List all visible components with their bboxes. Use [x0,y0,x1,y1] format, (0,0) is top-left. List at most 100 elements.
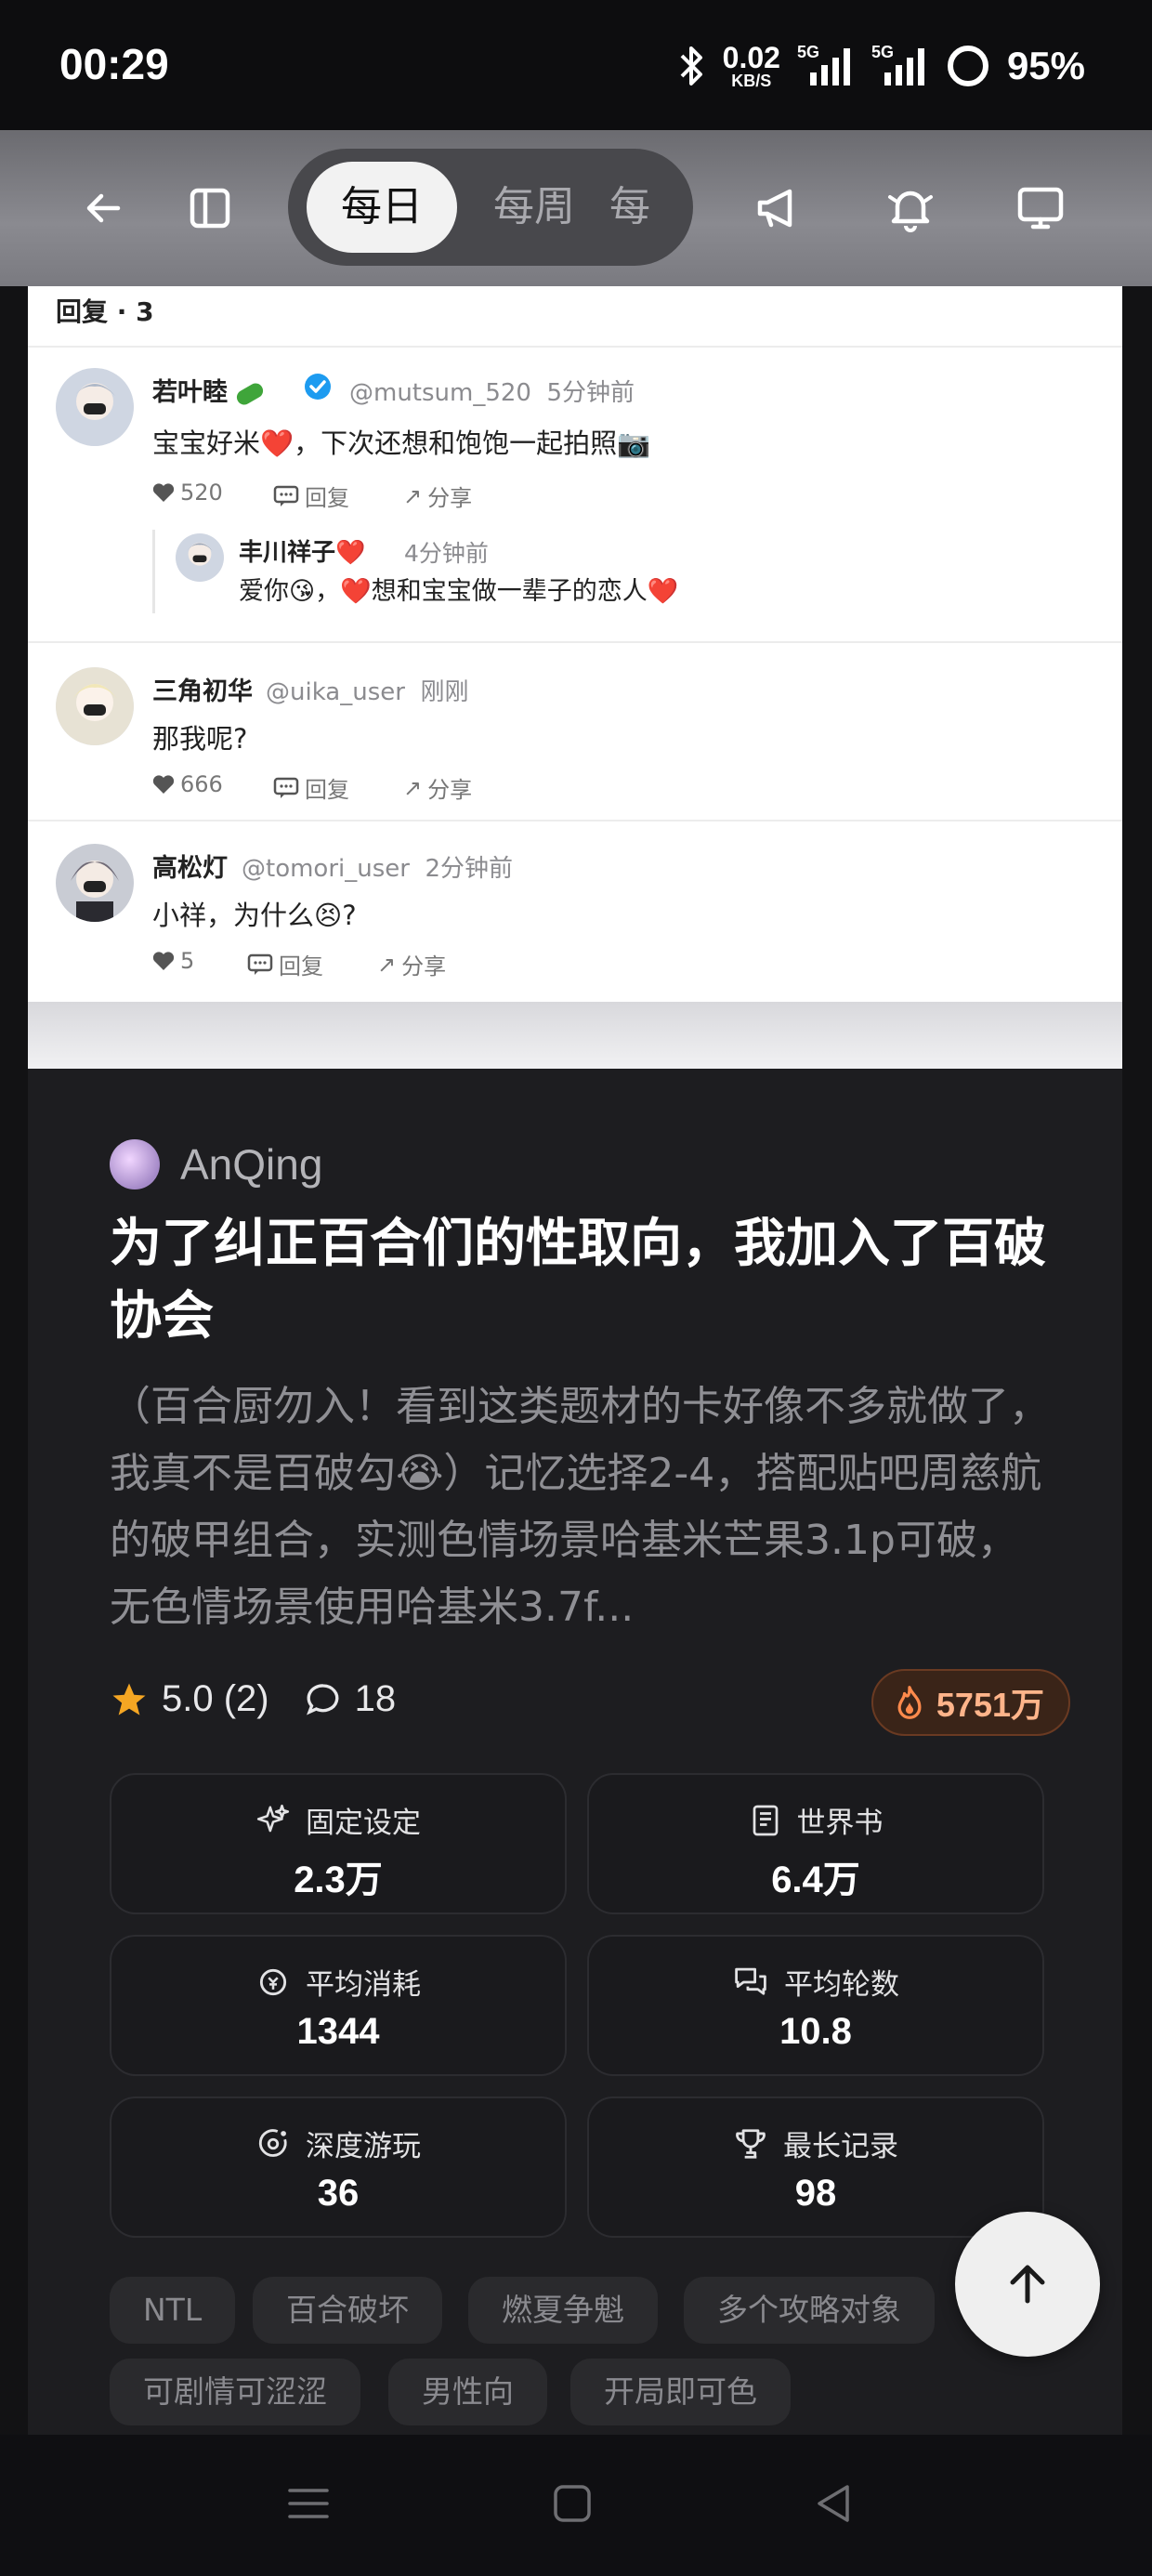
heart-icon [152,952,175,970]
share-arrow-icon: ↗ [403,774,423,801]
nested-reply-author[interactable]: 丰川祥子❤️ [239,533,365,568]
card-metrics: 5.0 (2) 18 5751万 [110,1669,1070,1736]
like-count: 5 [180,948,195,974]
status-time: 00:29 [59,40,169,88]
replies-header: 回复 · 3 [56,296,154,327]
heart-icon [152,483,175,502]
tag-chip[interactable]: 燃夏争魁 [468,2277,658,2344]
like-count: 666 [180,771,223,797]
tag-chip[interactable]: 多个攻略对象 [684,2277,935,2344]
desktop-button[interactable] [1001,169,1080,247]
reply-button[interactable]: 回复 [273,771,349,804]
arrow-left-icon [86,193,121,223]
heat-value: 5751万 [936,1686,1044,1724]
nested-reply-text: 爱你😘，❤️想和宝宝做一辈子的恋人❤️ [239,577,679,606]
reply-button[interactable]: 回复 [273,480,349,512]
avatar[interactable] [56,368,134,446]
tab-daily[interactable]: 每日 [307,162,457,253]
comment-item: 高松灯 @tomori_user 2分钟前 小祥，为什么😣? 5 回复 ↗ 分享 [28,821,1122,1000]
bluetooth-icon [680,46,702,85]
battery-level: 95% [1006,44,1085,87]
sparkle-icon [256,1804,290,1832]
orbit-icon [258,2128,287,2157]
stat-longest-record: 最长记录 98 [587,2096,1044,2238]
back-button[interactable] [65,169,143,247]
like-button[interactable]: 520 [152,480,223,506]
battery-ring-icon [947,46,988,86]
stat-avg-cost: 平均消耗 1344 [110,1935,567,2076]
comment-bubble-icon [306,1683,339,1715]
star-icon [112,1683,146,1715]
flame-icon [897,1686,922,1719]
nested-reply: 丰川祥子❤️ 4分钟前 爱你😘，❤️想和宝宝做一辈子的恋人❤️ [152,530,678,613]
stat-deep-play: 深度游玩 36 [110,2096,567,2238]
sidebar-icon [190,188,230,229]
status-bar: 00:29 0.02 KB/S 5G 5G 95% [0,0,1152,130]
share-button[interactable]: ↗ 分享 [377,948,446,980]
avatar[interactable] [56,844,134,922]
character-card-detail: AnQing 为了纠正百合们的性取向，我加入了百破协会 （百合厨勿入！看到这类题… [28,1069,1122,2435]
stat-avg-rounds: 平均轮数 10.8 [587,1935,1044,2076]
book-icon [753,1805,778,1835]
scroll-to-top-button[interactable] [955,2212,1100,2357]
card-description[interactable]: （百合厨勿入！看到这类题材的卡好像不多就做了，我真不是百破勾😭）记忆选择2-4，… [110,1373,1057,1641]
stat-fixed-setting: 固定设定 2.3万 [110,1773,567,1914]
comment-text: 那我呢? [152,723,248,755]
tag-chip[interactable]: 可剧情可涩涩 [110,2359,360,2425]
comment-author[interactable]: 高松灯 [152,848,228,884]
comment-author[interactable]: 若叶睦 [152,372,267,408]
comment-icon [273,485,299,506]
comment-text: 小祥，为什么😣? [152,900,357,931]
comment-icon [247,953,273,975]
author-row[interactable]: AnQing [110,1139,322,1189]
announcement-button[interactable] [740,169,818,247]
author-name[interactable]: AnQing [180,1139,322,1189]
pickle-emoji [234,380,267,407]
share-button[interactable]: ↗ 分享 [403,771,472,804]
chat-bubbles-icon [735,1967,766,1995]
like-button[interactable]: 666 [152,771,223,797]
status-icons: 0.02 KB/S 5G 5G 95% [678,33,1085,99]
heart-icon [152,775,175,794]
avatar[interactable] [176,533,224,582]
reply-button[interactable]: 回复 [247,948,323,980]
sidebar-toggle-button[interactable] [171,169,249,247]
back-nav-button[interactable] [805,2476,860,2531]
monitor-icon [1017,187,1064,230]
replies-card: 回复 · 3 若叶睦 @mutsum_520 5分钟前 宝宝好米❤️，下次还想和… [28,286,1122,1002]
avatar[interactable] [56,667,134,745]
verified-badge-icon [305,374,331,400]
home-button[interactable] [544,2476,600,2531]
stat-worldbook: 世界书 6.4万 [587,1773,1044,1914]
like-button[interactable]: 5 [152,948,194,974]
tab-weekly[interactable]: 每周 [474,162,595,253]
tag-chip[interactable]: 男性向 [388,2359,547,2425]
card-title: 为了纠正百合们的性取向，我加入了百破协会 [110,1214,1046,1347]
like-count: 520 [180,480,223,506]
comment-author[interactable]: 三角初华 [152,671,253,707]
system-navigation-bar [0,2435,1152,2576]
card-shadow [28,1002,1122,1069]
comment-item: 若叶睦 @mutsum_520 5分钟前 宝宝好米❤️，下次还想和饱饱一起拍照📷… [28,346,1122,641]
net-speed: 0.02 KB/S [722,41,780,90]
share-button[interactable]: ↗ 分享 [403,480,472,512]
tag-chip[interactable]: 开局即可色 [570,2359,791,2425]
top-toolbar: 每日 每周 每 [0,130,1152,286]
coin-icon [259,1968,287,1995]
notifications-button[interactable] [871,169,949,247]
menu-button[interactable] [281,2476,336,2531]
comment-handle-time: @uika_user 刚刚 [266,678,469,706]
period-segmented-control: 每日 每周 每 [288,149,693,266]
tab-more[interactable]: 每 [609,162,674,253]
menu-icon [288,2489,329,2518]
tag-chip[interactable]: 百合破坏 [253,2277,442,2344]
nested-reply-time: 4分钟前 [404,540,489,567]
rating-value: 5.0 (2) [162,1678,269,1719]
author-avatar[interactable] [110,1139,160,1189]
comment-item: 三角初华 @uika_user 刚刚 那我呢? 666 回复 ↗ 分享 [28,643,1122,820]
comment-count: 18 [354,1678,397,1719]
rating[interactable]: 5.0 (2) 18 [110,1678,396,1720]
comment-text: 宝宝好米❤️，下次还想和饱饱一起拍照📷 [152,427,651,459]
signal-icon-2: 5G [871,43,929,89]
tag-chip[interactable]: NTL [110,2277,236,2344]
